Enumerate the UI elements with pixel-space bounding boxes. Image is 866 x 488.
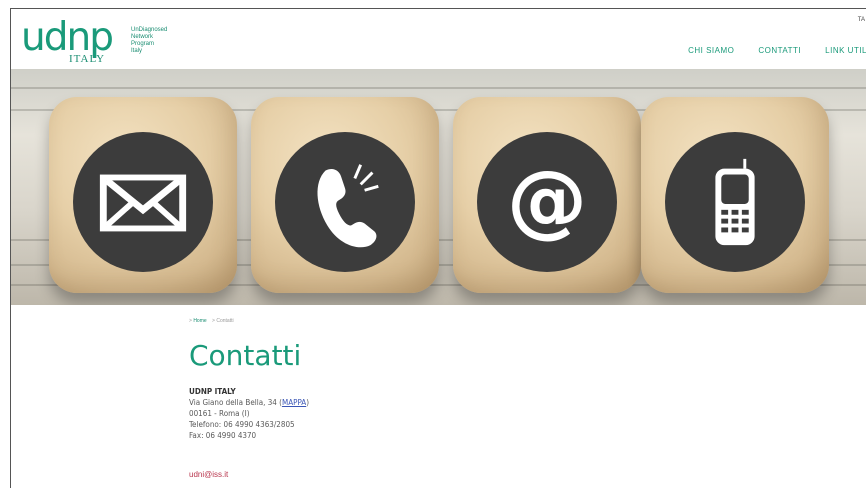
contact-address-line: Via Giano della Bella, 34 (MAPPA) (189, 398, 310, 407)
logo-country: ITALY (69, 53, 106, 65)
newspaper-line (11, 87, 866, 89)
contact-phone: Telefono: 06 4990 4363/2805 (189, 420, 295, 429)
nav-chi-siamo[interactable]: CHI SIAMO (688, 46, 734, 55)
breadcrumb-separator: > (212, 318, 215, 324)
site-header: udnp ITALY UnDiagnosed Network Program I… (11, 9, 866, 69)
cube-at: @ (453, 97, 641, 293)
contact-info: UDNP ITALY Via Giano della Bella, 34 (MA… (189, 386, 309, 441)
logo-tag-line: Program (131, 41, 155, 47)
breadcrumb: > Home > Contatti (189, 318, 234, 324)
envelope-icon (73, 132, 213, 272)
cube-phone (251, 97, 439, 293)
main-nav: CHI SIAMO CONTATTI LINK UTIL (688, 46, 866, 55)
breadcrumb-home[interactable]: Home (193, 318, 206, 324)
mobile-phone-icon (665, 132, 805, 272)
map-link[interactable]: MAPPA (282, 398, 306, 407)
phone-icon (275, 132, 415, 272)
svg-text:@: @ (507, 153, 587, 246)
breadcrumb-separator: > (189, 318, 192, 324)
logo-mark: udnp (21, 15, 114, 60)
contact-fax: Fax: 06 4990 4370 (189, 431, 257, 440)
logo-tag-line: Network (131, 34, 154, 40)
logo-tagline: UnDiagnosed Network Program Italy (131, 27, 191, 55)
logo-tag-line: Italy (131, 48, 143, 54)
page-title: Contatti (189, 339, 302, 372)
language-switch[interactable]: TA (858, 17, 865, 23)
nav-contatti[interactable]: CONTATTI (758, 46, 801, 55)
cube-envelope (49, 97, 237, 293)
breadcrumb-current: Contatti (216, 318, 234, 324)
logo-tag-line: UnDiagnosed (131, 27, 168, 33)
contact-city: 00161 - Roma (I) (189, 409, 250, 418)
contact-org: UDNP ITALY (189, 387, 236, 396)
at-sign-icon: @ (477, 132, 617, 272)
cube-mobile (641, 97, 829, 293)
site-logo[interactable]: udnp ITALY UnDiagnosed Network Program I… (21, 15, 181, 69)
contact-email-link[interactable]: udni@iss.it (189, 470, 228, 479)
hero-banner: @ (11, 69, 866, 305)
nav-link-util[interactable]: LINK UTIL (825, 46, 866, 55)
browser-frame: udnp ITALY UnDiagnosed Network Program I… (10, 8, 866, 488)
contact-address: Via Giano della Bella, 34 (189, 398, 277, 407)
